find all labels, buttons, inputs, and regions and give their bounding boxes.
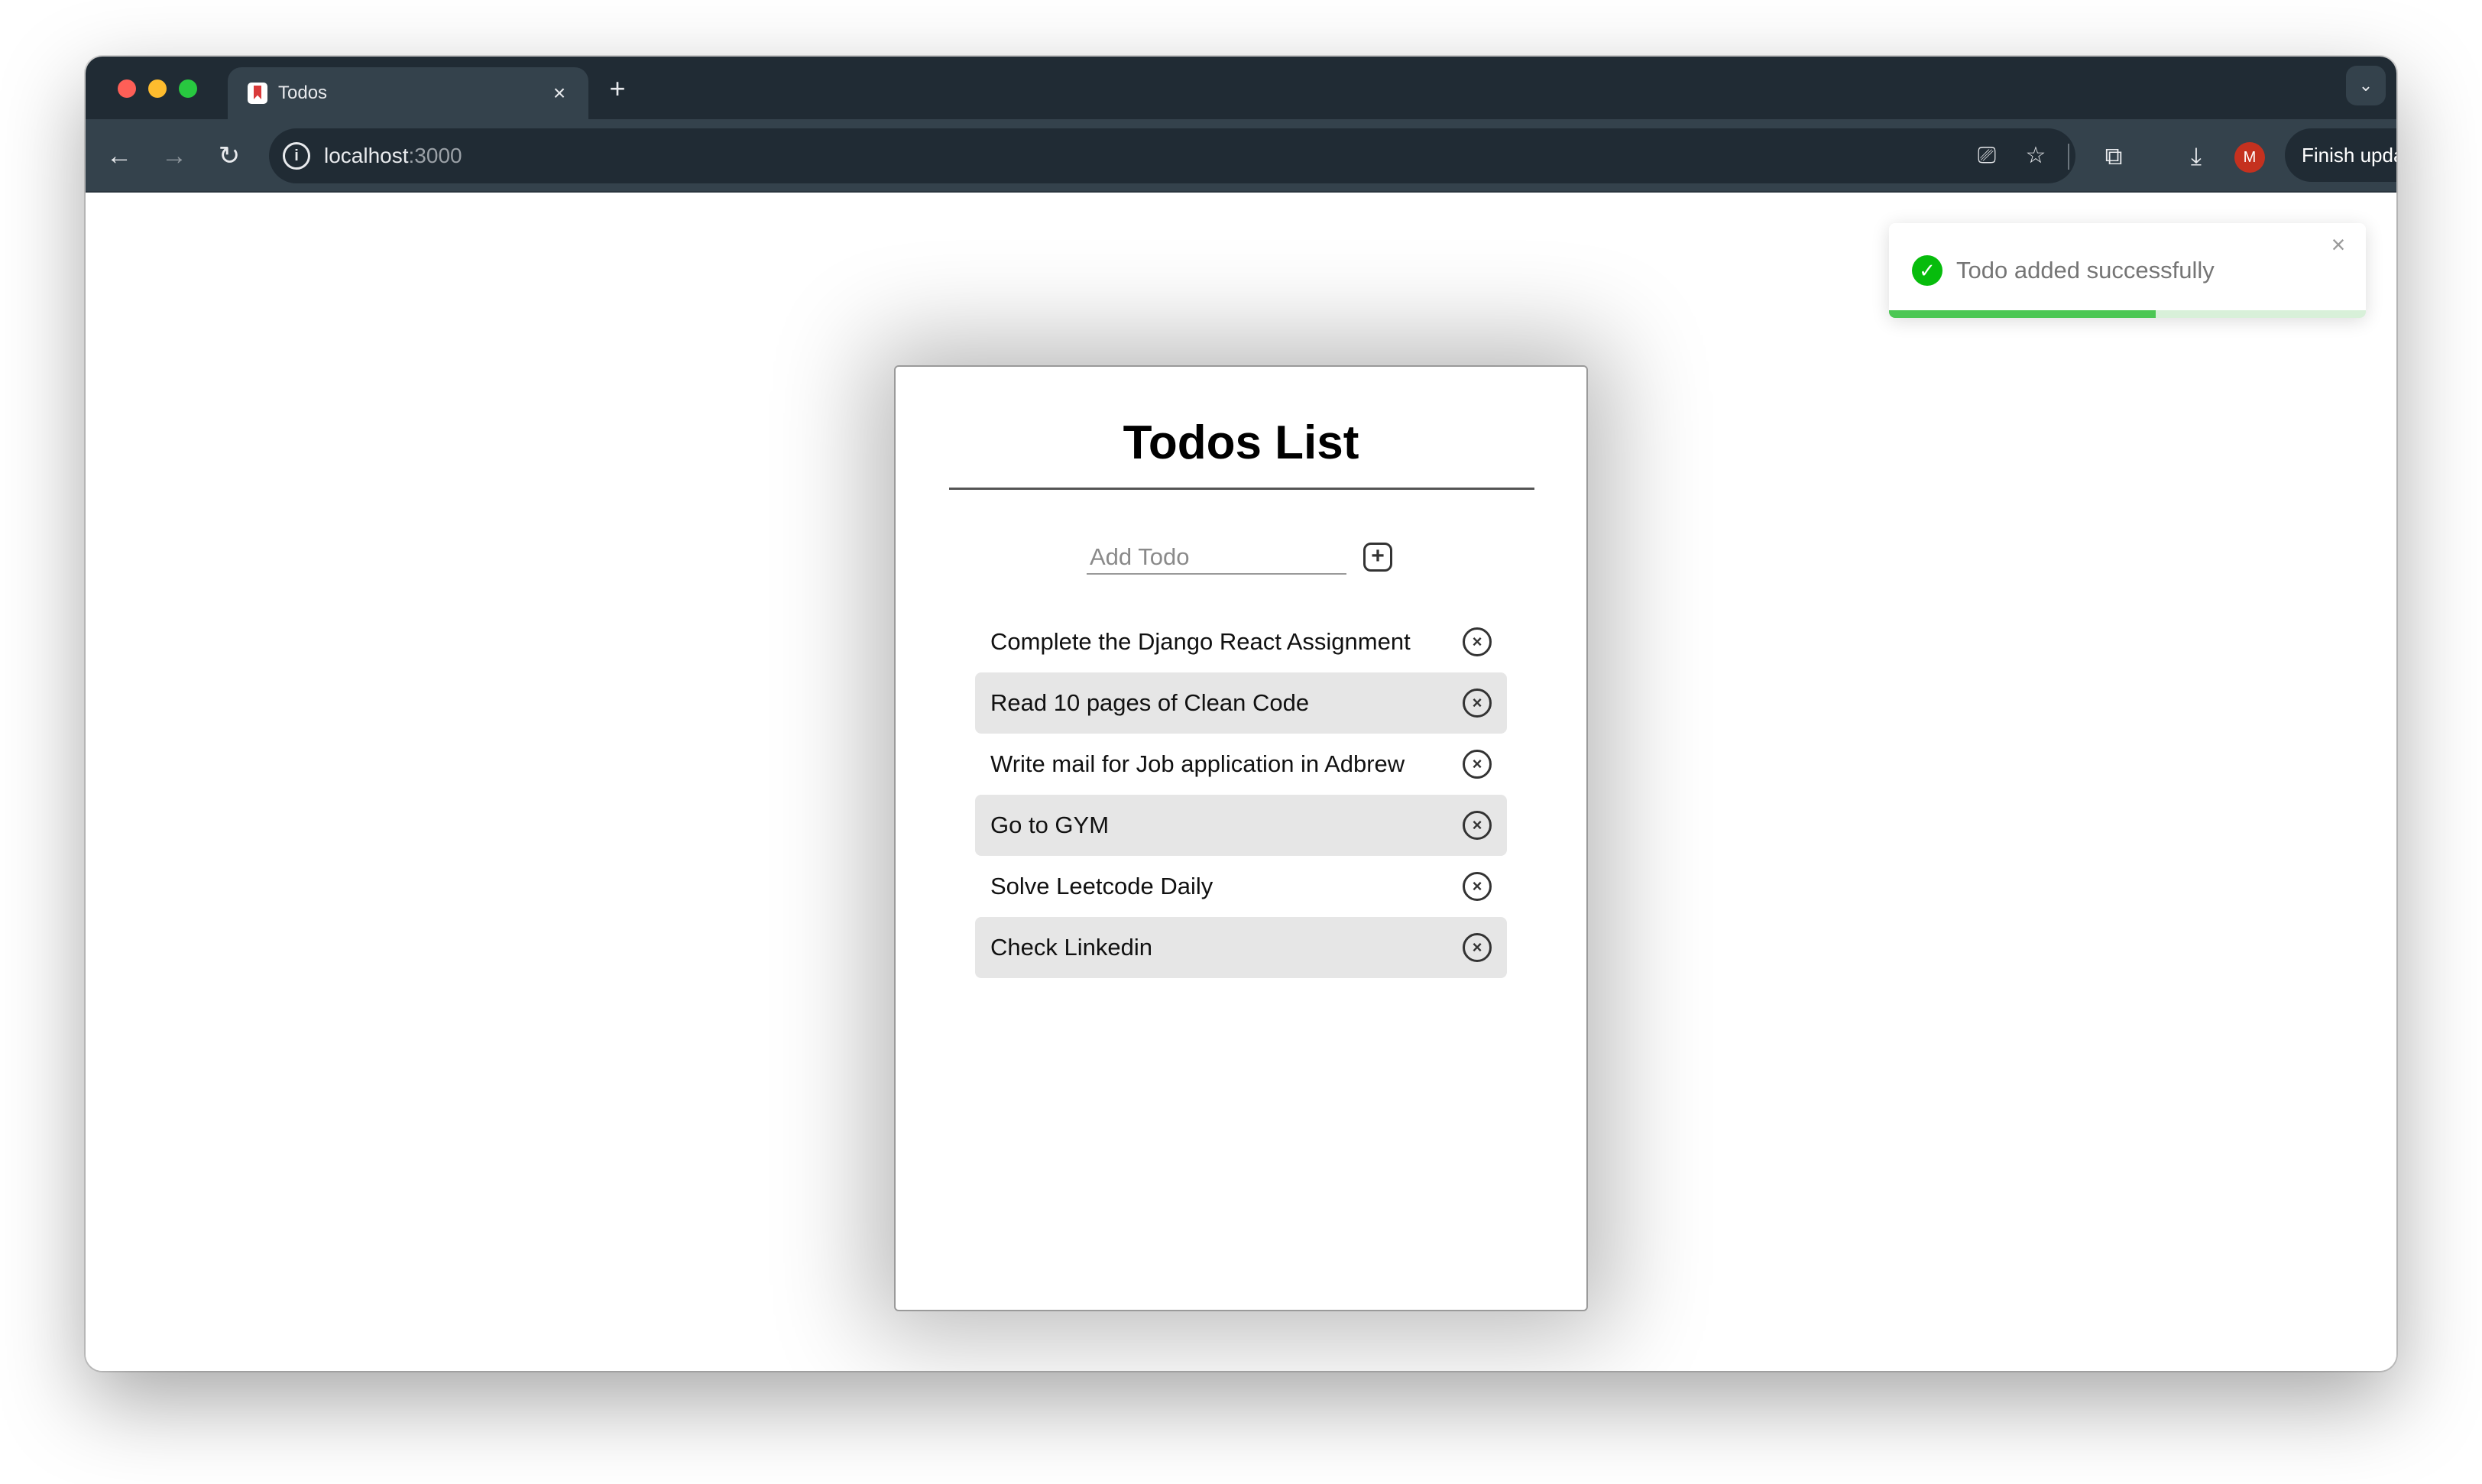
todo-text: Solve Leetcode Daily bbox=[990, 873, 1213, 899]
tab-bar: Todos × + ⌄ bbox=[86, 57, 2396, 119]
url-port: :3000 bbox=[408, 144, 462, 167]
toast-progress-track bbox=[1889, 310, 2366, 318]
list-item: Complete the Django React Assignment × bbox=[975, 611, 1507, 672]
browser-toolbar: ← → ↻ i localhost:3000 ⎚ ☆ ⧉ ⤓ M Finish … bbox=[86, 119, 2396, 193]
avatar[interactable]: M bbox=[2234, 142, 2265, 173]
page-viewport: Todos List + Complete the Django React A… bbox=[86, 193, 2396, 1371]
arrow-left-icon[interactable]: ← bbox=[101, 138, 138, 174]
title-divider bbox=[949, 488, 1534, 490]
todo-text: Go to GYM bbox=[990, 812, 1110, 838]
tab-todos[interactable]: Todos × bbox=[228, 67, 588, 119]
todo-list: Complete the Django React Assignment × R… bbox=[975, 611, 1507, 978]
list-item: Solve Leetcode Daily × bbox=[975, 856, 1507, 917]
star-icon[interactable]: ☆ bbox=[2020, 141, 2051, 171]
add-todo-button[interactable]: + bbox=[1363, 543, 1392, 572]
toast-message: Todo added successfully bbox=[1956, 257, 2215, 284]
maximize-window-button[interactable] bbox=[179, 79, 197, 98]
cast-icon[interactable]: ⎚ bbox=[1972, 141, 2002, 171]
todos-card: Todos List + Complete the Django React A… bbox=[894, 365, 1588, 1311]
puzzle-icon[interactable]: ⧉ bbox=[2095, 138, 2132, 174]
todo-text: Check Linkedin bbox=[990, 934, 1152, 961]
delete-todo-icon[interactable]: × bbox=[1463, 689, 1492, 718]
success-toast: ✓ Todo added successfully × bbox=[1889, 223, 2366, 318]
delete-todo-icon[interactable]: × bbox=[1463, 750, 1492, 779]
todo-text: Complete the Django React Assignment bbox=[990, 628, 1411, 655]
info-icon[interactable]: i bbox=[283, 142, 310, 170]
browser-window: Todos × + ⌄ ← → ↻ i localhost:3000 ⎚ ☆ ⧉… bbox=[86, 57, 2396, 1371]
address-bar[interactable]: i localhost:3000 ⎚ ☆ bbox=[269, 128, 2075, 183]
list-item: Go to GYM × bbox=[975, 795, 1507, 856]
new-tab-button[interactable]: + bbox=[598, 69, 637, 109]
todo-text: Write mail for Job application in Adbrew bbox=[990, 750, 1405, 777]
check-circle-icon: ✓ bbox=[1912, 255, 1943, 286]
delete-todo-icon[interactable]: × bbox=[1463, 811, 1492, 840]
toast-close-icon[interactable]: × bbox=[2325, 231, 2352, 258]
finish-update-button[interactable]: Finish update ⋮ bbox=[2285, 128, 2396, 182]
finish-update-label: Finish update bbox=[2302, 144, 2396, 167]
download-icon[interactable]: ⤓ bbox=[2178, 138, 2215, 174]
close-window-button[interactable] bbox=[118, 79, 136, 98]
add-todo-input[interactable] bbox=[1087, 541, 1346, 575]
arrow-right-icon[interactable]: → bbox=[156, 138, 193, 174]
tab-close-icon[interactable]: × bbox=[544, 78, 575, 109]
tab-search-dropdown-icon[interactable]: ⌄ bbox=[2346, 66, 2386, 105]
reload-icon[interactable]: ↻ bbox=[211, 138, 248, 174]
page-title: Todos List bbox=[1123, 416, 1359, 469]
minimize-window-button[interactable] bbox=[148, 79, 167, 98]
delete-todo-icon[interactable]: × bbox=[1463, 627, 1492, 656]
bookmark-favicon-icon bbox=[248, 83, 267, 104]
list-item: Write mail for Job application in Adbrew… bbox=[975, 734, 1507, 795]
delete-todo-icon[interactable]: × bbox=[1463, 933, 1492, 962]
todo-text: Read 10 pages of Clean Code bbox=[990, 689, 1310, 716]
url-host: localhost bbox=[324, 144, 409, 167]
toolbar-divider bbox=[2068, 144, 2069, 170]
url-text[interactable]: localhost:3000 bbox=[324, 144, 462, 168]
list-item: Check Linkedin × bbox=[975, 917, 1507, 978]
list-item: Read 10 pages of Clean Code × bbox=[975, 672, 1507, 734]
tab-title: Todos bbox=[278, 83, 328, 103]
delete-todo-icon[interactable]: × bbox=[1463, 872, 1492, 901]
toast-progress-bar bbox=[1889, 310, 2156, 318]
